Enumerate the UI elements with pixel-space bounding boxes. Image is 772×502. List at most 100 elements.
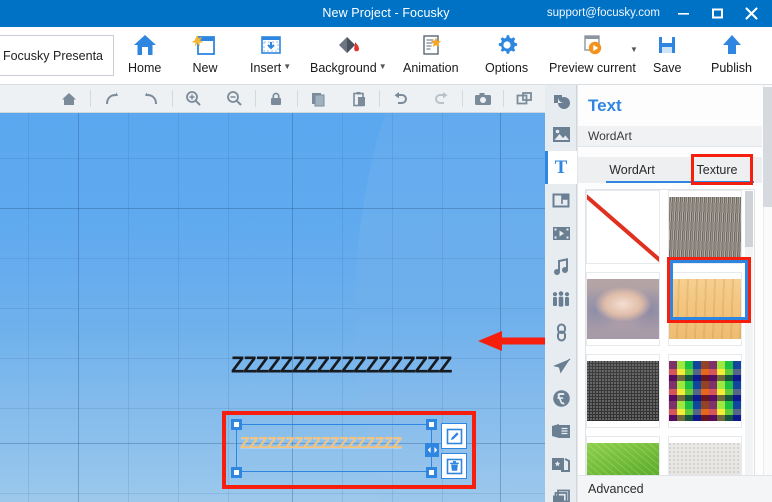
link-icon[interactable] (545, 316, 577, 349)
ribbon-label-home: Home (128, 61, 162, 75)
frame-flag-icon[interactable] (545, 184, 577, 217)
flash-icon[interactable] (545, 382, 577, 415)
delete-text-button[interactable] (441, 453, 467, 479)
zoom-in-icon[interactable] (173, 85, 214, 113)
duplicate-frame-icon[interactable] (504, 85, 545, 113)
preview-play-icon (579, 29, 605, 61)
undo-arrow-icon[interactable] (380, 85, 421, 113)
texture-wood-highlight-annotation (667, 257, 751, 323)
save-icon (654, 29, 680, 61)
pencil-edit-icon (446, 428, 462, 444)
edit-text-button[interactable] (441, 423, 467, 449)
paste-icon[interactable] (338, 85, 379, 113)
tab-texture-highlight-annotation (691, 154, 753, 185)
texture-blur-warm-preview (587, 279, 659, 339)
ribbon-button-publish[interactable]: Publish (711, 29, 752, 85)
texture-swatch-rainbow[interactable] (668, 354, 742, 428)
ribbon-button-animation[interactable]: Animation (403, 29, 459, 85)
shapes-icon[interactable] (545, 85, 577, 118)
resize-horizontal-icon[interactable] (425, 443, 439, 457)
home-icon (132, 29, 158, 61)
trash-icon (446, 458, 462, 474)
tool-rail: T (545, 85, 577, 502)
camera-icon[interactable] (463, 85, 504, 113)
texture-scrollbar-thumb[interactable] (745, 191, 753, 247)
content-list-icon[interactable] (545, 415, 577, 448)
ribbon-label-new: New (192, 61, 218, 75)
new-document-icon (192, 29, 218, 61)
image-icon[interactable] (545, 118, 577, 151)
preview-dropdown-button[interactable]: ▼ (628, 45, 638, 61)
chevron-down-icon[interactable]: ▼ (283, 62, 291, 71)
ribbon-button-new[interactable]: New (192, 29, 218, 85)
panel-scrollbar-track[interactable] (763, 85, 772, 475)
canvas-static-text[interactable]: ZZZZZZZZZZZZZZZZZZ (231, 351, 452, 378)
maximize-icon[interactable] (701, 0, 734, 27)
video-icon[interactable] (545, 217, 577, 250)
canvas-selected-text[interactable]: ZZZZZZZZZZZZZZZZZZ (240, 435, 402, 453)
resize-handle-bottom-right[interactable] (426, 467, 437, 478)
ribbon-button-preview[interactable]: Preview current (549, 29, 636, 85)
advanced-section[interactable]: Advanced (578, 475, 772, 502)
texture-swatch-concrete[interactable] (668, 190, 742, 264)
undo-curve-icon[interactable] (131, 85, 172, 113)
ribbon-label-publish: Publish (711, 61, 752, 75)
ribbon-button-insert[interactable]: Insert ▼ (250, 29, 291, 85)
animation-icon (418, 29, 444, 61)
airplane-path-icon[interactable] (545, 349, 577, 382)
texture-none-preview (587, 191, 659, 263)
text-properties-panel: Text WordArt WordArt Texture Advanced (577, 85, 772, 502)
resize-handle-bottom-left[interactable] (231, 467, 242, 478)
texture-concrete-preview (669, 197, 741, 257)
resize-handle-top-right[interactable] (426, 419, 437, 430)
title-bar: New Project - Focusky support@focusky.co… (0, 0, 772, 27)
ribbon-label-preview: Preview current (549, 61, 636, 75)
ribbon-button-options[interactable]: Options (485, 29, 528, 85)
close-icon[interactable] (735, 0, 768, 27)
ribbon-label-background: Background (310, 61, 377, 75)
tab-wordart[interactable]: WordArt (586, 157, 678, 183)
canvas-stage[interactable]: ZZZZZZZZZZZZZZZZZZ ZZZZZZZZZZZZZZZZZZ (0, 113, 545, 502)
text-icon[interactable]: T (545, 151, 577, 184)
redo-curve-icon[interactable] (91, 85, 132, 113)
chevron-down-icon[interactable]: ▼ (630, 45, 638, 54)
home-icon[interactable] (49, 85, 90, 113)
gallery-icon[interactable] (545, 448, 577, 481)
panel-scrollbar-thumb[interactable] (763, 87, 772, 207)
selected-text-object[interactable]: ZZZZZZZZZZZZZZZZZZ (222, 411, 476, 489)
panel-subtitle: WordArt (578, 126, 762, 147)
tab-wordart-label: WordArt (609, 163, 655, 177)
resize-handle-top-left[interactable] (231, 419, 242, 430)
texture-rainbow-preview (669, 361, 741, 421)
advanced-label: Advanced (588, 482, 644, 496)
texture-swatch-blur-warm[interactable] (586, 272, 660, 346)
layers-icon[interactable] (545, 481, 577, 502)
ribbon-label-insert: Insert (250, 61, 282, 75)
canvas-toolbar (0, 85, 545, 113)
minimize-icon[interactable] (667, 0, 700, 27)
texture-swatch-carbon[interactable] (586, 354, 660, 428)
texture-grid[interactable] (585, 189, 755, 502)
texture-swatch-none[interactable] (586, 190, 660, 264)
redo-arrow-icon[interactable] (421, 85, 462, 113)
ribbon-button-background[interactable]: Background ▼ (310, 29, 387, 85)
ribbon-button-home[interactable]: Home (128, 29, 161, 85)
project-tab[interactable]: Focusky Presenta (0, 35, 114, 76)
text-icon-glyph: T (554, 156, 568, 178)
music-icon[interactable] (545, 250, 577, 283)
lock-icon[interactable] (256, 85, 297, 113)
gear-icon (494, 29, 520, 61)
ribbon-label-animation: Animation (403, 61, 459, 75)
copy-icon[interactable] (298, 85, 339, 113)
paint-bucket-icon (334, 29, 362, 61)
zoom-out-icon[interactable] (214, 85, 255, 113)
insert-icon (258, 29, 284, 61)
ribbon-toolbar: Focusky Presenta Home New Insert ▼ Backg… (0, 27, 772, 85)
project-tab-label: Focusky Presenta (2, 48, 104, 63)
ribbon-button-save[interactable]: Save (653, 29, 682, 85)
focusky-window: New Project - Focusky support@focusky.co… (0, 0, 772, 502)
publish-upload-icon (719, 29, 745, 61)
characters-icon[interactable] (545, 283, 577, 316)
chevron-down-icon[interactable]: ▼ (379, 62, 387, 71)
ribbon-label-save: Save (653, 61, 682, 75)
